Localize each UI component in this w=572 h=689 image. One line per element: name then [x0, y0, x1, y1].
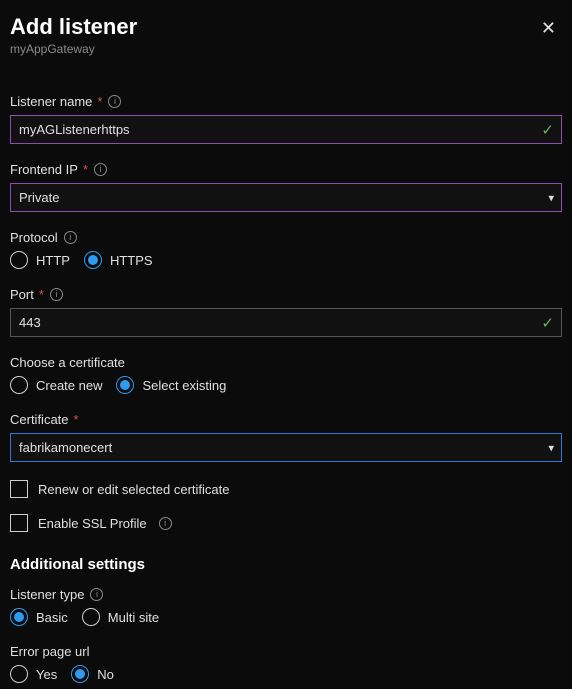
- radio-label-create-new: Create new: [36, 378, 102, 393]
- radio-icon: [82, 608, 100, 626]
- radio-icon: [84, 251, 102, 269]
- required-indicator: *: [74, 412, 79, 427]
- additional-settings-heading: Additional settings: [10, 556, 562, 573]
- checkbox-icon: [10, 480, 28, 498]
- radio-icon: [71, 665, 89, 683]
- radio-label-multi-site: Multi site: [108, 610, 159, 625]
- field-choose-certificate: Choose a certificate Create new Select e…: [10, 355, 562, 394]
- info-icon[interactable]: i: [64, 231, 77, 244]
- certificate-select-wrap: fabrikamonecert ▾: [10, 433, 562, 462]
- protocol-radio-row: HTTP HTTPS: [10, 251, 562, 269]
- listener-name-label: Listener name * i: [10, 94, 562, 109]
- required-indicator: *: [97, 94, 102, 109]
- info-icon[interactable]: i: [159, 517, 172, 530]
- listener-name-input[interactable]: [10, 115, 562, 144]
- radio-icon: [10, 665, 28, 683]
- port-input-wrap: ✓: [10, 308, 562, 337]
- checkbox-icon: [10, 514, 28, 532]
- page-title: Add listener: [10, 14, 137, 40]
- checkbox-enable-ssl[interactable]: Enable SSL Profile i: [10, 514, 562, 532]
- choose-cert-radio-row: Create new Select existing: [10, 376, 562, 394]
- info-icon[interactable]: i: [94, 163, 107, 176]
- required-indicator: *: [83, 162, 88, 177]
- radio-label-select-existing: Select existing: [142, 378, 226, 393]
- field-error-page: Error page url Yes No: [10, 644, 562, 683]
- listener-type-label: Listener type i: [10, 587, 562, 602]
- certificate-select[interactable]: fabrikamonecert: [10, 433, 562, 462]
- radio-yes[interactable]: Yes: [10, 665, 57, 683]
- choose-cert-label: Choose a certificate: [10, 355, 562, 370]
- radio-label-https: HTTPS: [110, 253, 153, 268]
- port-input[interactable]: [10, 308, 562, 337]
- radio-no[interactable]: No: [71, 665, 114, 683]
- radio-icon: [10, 251, 28, 269]
- page-subtitle: myAppGateway: [10, 42, 137, 56]
- field-frontend-ip: Frontend IP * i Private ▾: [10, 162, 562, 212]
- listener-name-input-wrap: ✓: [10, 115, 562, 144]
- radio-label-basic: Basic: [36, 610, 68, 625]
- info-icon[interactable]: i: [90, 588, 103, 601]
- radio-label-yes: Yes: [36, 667, 57, 682]
- close-icon[interactable]: ✕: [535, 14, 562, 43]
- radio-icon: [10, 376, 28, 394]
- frontend-ip-label: Frontend IP * i: [10, 162, 562, 177]
- field-certificate: Certificate * fabrikamonecert ▾: [10, 412, 562, 462]
- enable-ssl-label: Enable SSL Profile: [38, 516, 147, 531]
- radio-https[interactable]: HTTPS: [84, 251, 153, 269]
- required-indicator: *: [39, 287, 44, 302]
- listener-type-radio-row: Basic Multi site: [10, 608, 562, 626]
- port-label: Port * i: [10, 287, 562, 302]
- frontend-ip-select[interactable]: Private: [10, 183, 562, 212]
- panel-header: Add listener myAppGateway ✕: [10, 14, 562, 56]
- error-page-radio-row: Yes No: [10, 665, 562, 683]
- error-page-label: Error page url: [10, 644, 562, 659]
- radio-http[interactable]: HTTP: [10, 251, 70, 269]
- radio-icon: [10, 608, 28, 626]
- field-listener-name: Listener name * i ✓: [10, 94, 562, 144]
- radio-multi-site[interactable]: Multi site: [82, 608, 159, 626]
- info-icon[interactable]: i: [50, 288, 63, 301]
- info-icon[interactable]: i: [108, 95, 121, 108]
- radio-basic[interactable]: Basic: [10, 608, 68, 626]
- header-text: Add listener myAppGateway: [10, 14, 137, 56]
- field-port: Port * i ✓: [10, 287, 562, 337]
- radio-select-existing[interactable]: Select existing: [116, 376, 226, 394]
- protocol-label: Protocol i: [10, 230, 562, 245]
- radio-icon: [116, 376, 134, 394]
- radio-label-no: No: [97, 667, 114, 682]
- certificate-label: Certificate *: [10, 412, 562, 427]
- checkbox-renew-cert[interactable]: Renew or edit selected certificate: [10, 480, 562, 498]
- field-protocol: Protocol i HTTP HTTPS: [10, 230, 562, 269]
- renew-cert-label: Renew or edit selected certificate: [38, 482, 229, 497]
- radio-create-new[interactable]: Create new: [10, 376, 102, 394]
- field-listener-type: Listener type i Basic Multi site: [10, 587, 562, 626]
- radio-label-http: HTTP: [36, 253, 70, 268]
- frontend-ip-select-wrap: Private ▾: [10, 183, 562, 212]
